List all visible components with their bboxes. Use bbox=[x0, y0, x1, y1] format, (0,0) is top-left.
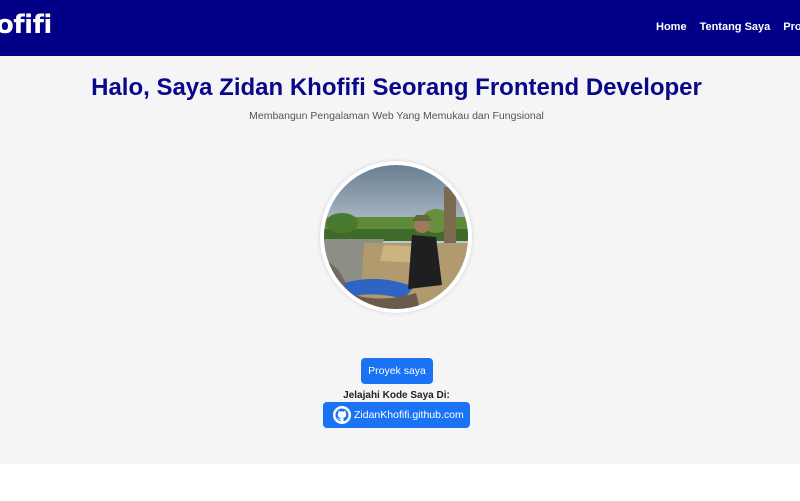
github-link-button[interactable]: ZidanKhofifi.github.com bbox=[323, 402, 470, 428]
nav-link-home[interactable]: Home bbox=[656, 21, 687, 33]
explore-code-label: Jelajahi Kode Saya Di: bbox=[343, 390, 450, 401]
projects-button[interactable]: Proyek saya bbox=[361, 358, 433, 384]
nav-link-proyek[interactable]: Proyek bbox=[783, 21, 800, 33]
hero-title: Halo, Saya Zidan Khofifi Seorang Fronten… bbox=[91, 74, 702, 101]
nav-links: Home Tentang Saya Proyek bbox=[656, 21, 800, 33]
hero-subtitle: Membangun Pengalaman Web Yang Memukau da… bbox=[249, 110, 544, 122]
profile-photo bbox=[320, 161, 472, 313]
navbar: ofifi Home Tentang Saya Proyek bbox=[0, 0, 800, 56]
profile-photo-image bbox=[324, 165, 468, 309]
nav-link-tentang-saya[interactable]: Tentang Saya bbox=[700, 21, 771, 33]
brand-logo-text[interactable]: ofifi bbox=[0, 10, 52, 40]
github-icon bbox=[333, 406, 351, 424]
github-link-label: ZidanKhofifi.github.com bbox=[354, 409, 464, 421]
hero-section: Halo, Saya Zidan Khofifi Seorang Fronten… bbox=[0, 56, 800, 464]
